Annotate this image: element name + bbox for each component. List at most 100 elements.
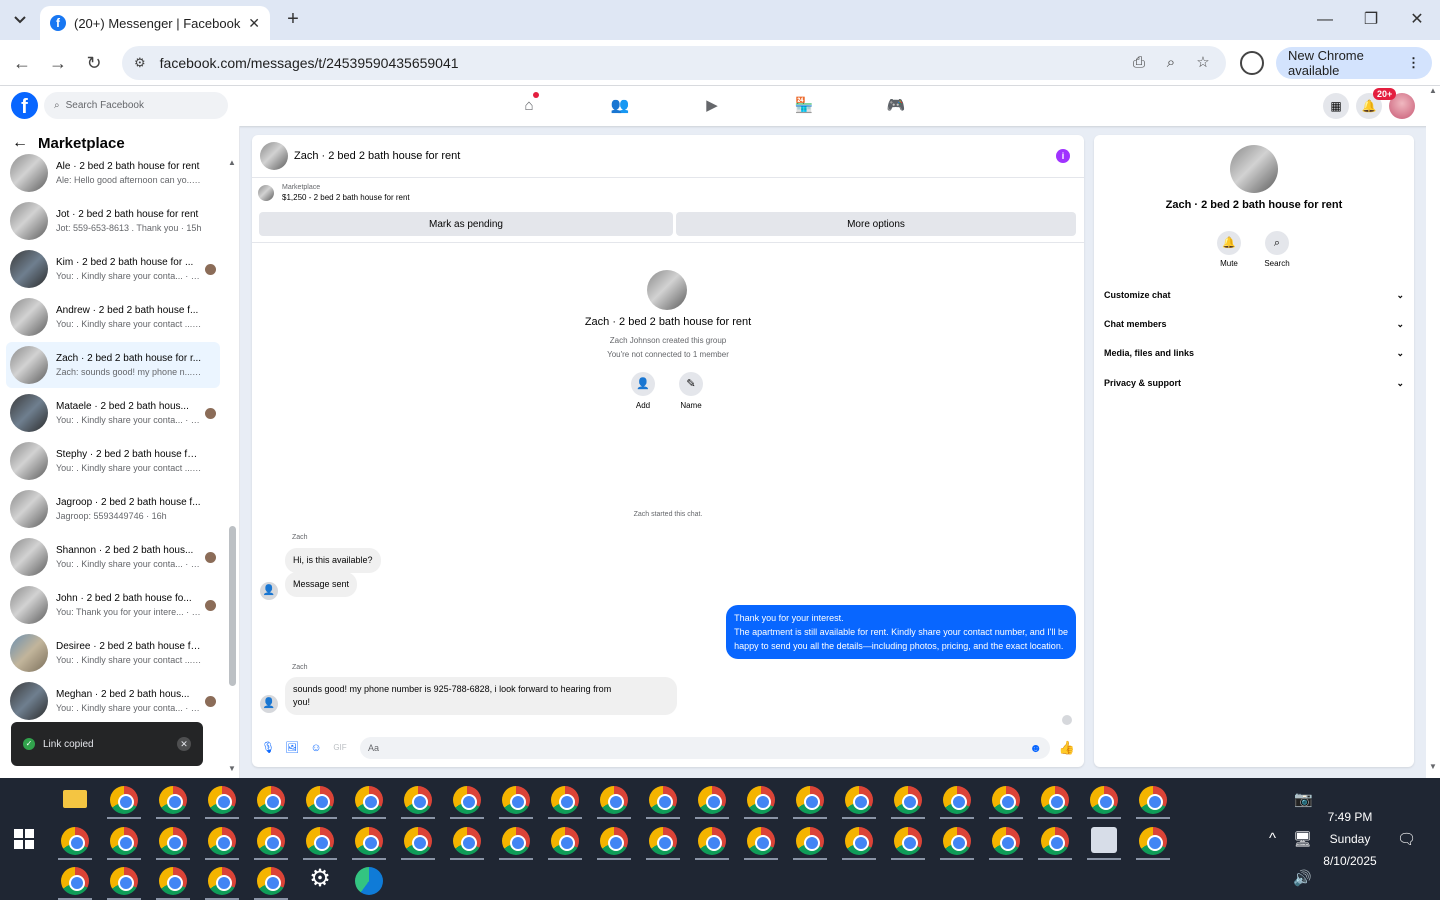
file-explorer-icon[interactable] xyxy=(63,790,87,808)
scroll-down-arrow-icon[interactable]: ▼ xyxy=(228,764,236,773)
conversation-item[interactable]: Jagroop · 2 bed 2 bath house f... Jagroop… xyxy=(6,486,220,532)
chrome-icon[interactable] xyxy=(1139,827,1167,855)
facebook-search-input[interactable]: ⌕ Search Facebook xyxy=(44,92,228,119)
chrome-icon[interactable] xyxy=(453,786,481,814)
chrome-icon[interactable] xyxy=(61,827,89,855)
chat-avatar[interactable] xyxy=(260,142,288,170)
chrome-icon[interactable] xyxy=(502,786,530,814)
minimize-button[interactable]: — xyxy=(1310,8,1340,32)
chrome-icon[interactable] xyxy=(306,786,334,814)
chrome-icon[interactable] xyxy=(404,786,432,814)
chrome-icon[interactable] xyxy=(992,827,1020,855)
chrome-icon[interactable] xyxy=(943,827,971,855)
conversation-item[interactable]: Ale · 2 bed 2 bath house for rent Ale: He… xyxy=(6,150,220,196)
microphone-icon[interactable]: 🎙 xyxy=(258,738,278,758)
photo-icon[interactable]: 🖼 xyxy=(282,738,302,758)
chrome-icon[interactable] xyxy=(257,827,285,855)
chrome-icon[interactable] xyxy=(355,786,383,814)
chrome-icon[interactable] xyxy=(159,867,187,895)
chat-title[interactable]: Zach · 2 bed 2 bath house for rent xyxy=(294,150,460,162)
restore-button[interactable]: ❐ xyxy=(1356,8,1386,32)
privacy-support-section[interactable]: Privacy & support ⌄ xyxy=(1104,378,1404,389)
contact-app-icon[interactable] xyxy=(1091,827,1117,853)
facebook-logo[interactable]: f xyxy=(11,92,38,119)
back-button[interactable]: ← xyxy=(9,50,35,76)
chrome-icon[interactable] xyxy=(110,827,138,855)
chrome-icon[interactable] xyxy=(1041,827,1069,855)
chrome-icon[interactable] xyxy=(159,827,187,855)
sidebar-scrollbar[interactable] xyxy=(229,526,236,686)
chrome-icon[interactable] xyxy=(159,786,187,814)
zoom-icon[interactable]: ⌕ xyxy=(1160,52,1182,74)
friends-nav-icon[interactable]: 👥 xyxy=(608,94,632,118)
edge-icon[interactable] xyxy=(355,867,383,895)
chrome-icon[interactable] xyxy=(698,827,726,855)
address-bar[interactable]: ⚙ facebook.com/messages/t/24539590435659… xyxy=(122,46,1226,80)
message-bubble-in[interactable]: Hi, is this available? xyxy=(285,548,381,573)
conversation-item[interactable]: Desiree · 2 bed 2 bath house fo... You: .… xyxy=(6,630,220,676)
video-nav-icon[interactable]: ▶ xyxy=(700,94,724,118)
conversation-item[interactable]: Shannon · 2 bed 2 bath hous... You: . Kin… xyxy=(6,534,220,580)
listing-row[interactable]: Marketplace $1,250 - 2 bed 2 bath house … xyxy=(258,184,410,202)
add-member-button[interactable]: 👤 Add xyxy=(623,372,663,410)
scroll-up-arrow-icon[interactable]: ▲ xyxy=(1426,86,1440,95)
more-options-button[interactable]: More options xyxy=(676,212,1076,236)
menu-grid-icon[interactable]: ▦ xyxy=(1323,93,1349,119)
meet-now-icon[interactable]: 📷 xyxy=(1294,790,1313,808)
chrome-icon[interactable] xyxy=(208,867,236,895)
conversation-item[interactable]: Zach · 2 bed 2 bath house for r... Zach: … xyxy=(6,342,220,388)
profile-icon[interactable] xyxy=(1240,51,1264,75)
settings-gear-icon[interactable]: ⚙ xyxy=(306,864,334,893)
mark-as-pending-button[interactable]: Mark as pending xyxy=(259,212,673,236)
chrome-icon[interactable] xyxy=(698,786,726,814)
page-scrollbar[interactable]: ▲ ▼ xyxy=(1426,86,1440,778)
kebab-menu-icon[interactable]: ⋮ xyxy=(1407,55,1420,71)
chrome-icon[interactable] xyxy=(992,786,1020,814)
chrome-icon[interactable] xyxy=(257,867,285,895)
marketplace-nav-icon[interactable]: 🏪 xyxy=(792,94,816,118)
message-bubble-out[interactable]: Thank you for your interest. The apartme… xyxy=(726,605,1076,659)
home-nav-icon[interactable]: ⌂ xyxy=(517,92,541,118)
forward-button[interactable]: → xyxy=(45,50,71,76)
chrome-icon[interactable] xyxy=(845,827,873,855)
conversation-item[interactable]: Kim · 2 bed 2 bath house for ... You: . K… xyxy=(6,246,220,292)
scroll-down-arrow-icon[interactable]: ▼ xyxy=(1426,762,1440,771)
customize-chat-section[interactable]: Customize chat ⌄ xyxy=(1104,290,1404,301)
chrome-icon[interactable] xyxy=(649,827,677,855)
scroll-up-arrow-icon[interactable]: ▲ xyxy=(228,158,236,167)
chrome-icon[interactable] xyxy=(453,827,481,855)
bookmark-star-icon[interactable]: ☆ xyxy=(1192,52,1214,74)
mute-button[interactable]: 🔔 Mute xyxy=(1209,231,1249,268)
toast-close-icon[interactable]: ✕ xyxy=(177,737,191,751)
gif-icon[interactable]: GIF xyxy=(330,738,350,758)
chrome-icon[interactable] xyxy=(551,827,579,855)
emoji-icon[interactable]: ☻ xyxy=(1029,741,1042,755)
conversation-item[interactable]: Mataele · 2 bed 2 bath hous... You: . Kin… xyxy=(6,390,220,436)
conversation-item[interactable]: Andrew · 2 bed 2 bath house f... You: . K… xyxy=(6,294,220,340)
gaming-nav-icon[interactable]: 🎮 xyxy=(884,94,908,118)
chrome-icon[interactable] xyxy=(551,786,579,814)
chrome-icon[interactable] xyxy=(894,786,922,814)
chrome-icon[interactable] xyxy=(208,786,236,814)
tab-search-button[interactable] xyxy=(8,8,32,32)
start-button[interactable] xyxy=(14,829,34,849)
reload-button[interactable]: ↻ xyxy=(81,50,107,76)
clock-time[interactable]: 7:49 PM xyxy=(1318,810,1382,824)
clock-date[interactable]: 8/10/2025 xyxy=(1318,854,1382,868)
chrome-icon[interactable] xyxy=(943,786,971,814)
message-bubble-in[interactable]: Message sent xyxy=(285,572,358,597)
message-input[interactable]: Aa ☻ xyxy=(360,737,1050,759)
chrome-icon[interactable] xyxy=(1139,786,1167,814)
conversation-item[interactable]: Jot · 2 bed 2 bath house for rent Jot: 55… xyxy=(6,198,220,244)
chrome-icon[interactable] xyxy=(600,827,628,855)
edit-name-button[interactable]: ✎ Name xyxy=(671,372,711,410)
chrome-icon[interactable] xyxy=(355,827,383,855)
media-files-section[interactable]: Media, files and links ⌄ xyxy=(1104,348,1404,359)
sticker-icon[interactable]: ☺ xyxy=(306,738,326,758)
close-tab-icon[interactable]: ✕ xyxy=(248,15,260,32)
chat-members-section[interactable]: Chat members ⌄ xyxy=(1104,319,1404,330)
network-icon[interactable]: 🖥 xyxy=(1293,830,1312,848)
chrome-icon[interactable] xyxy=(796,827,824,855)
chrome-icon[interactable] xyxy=(649,786,677,814)
notification-center-icon[interactable]: 🗨 xyxy=(1397,830,1416,848)
